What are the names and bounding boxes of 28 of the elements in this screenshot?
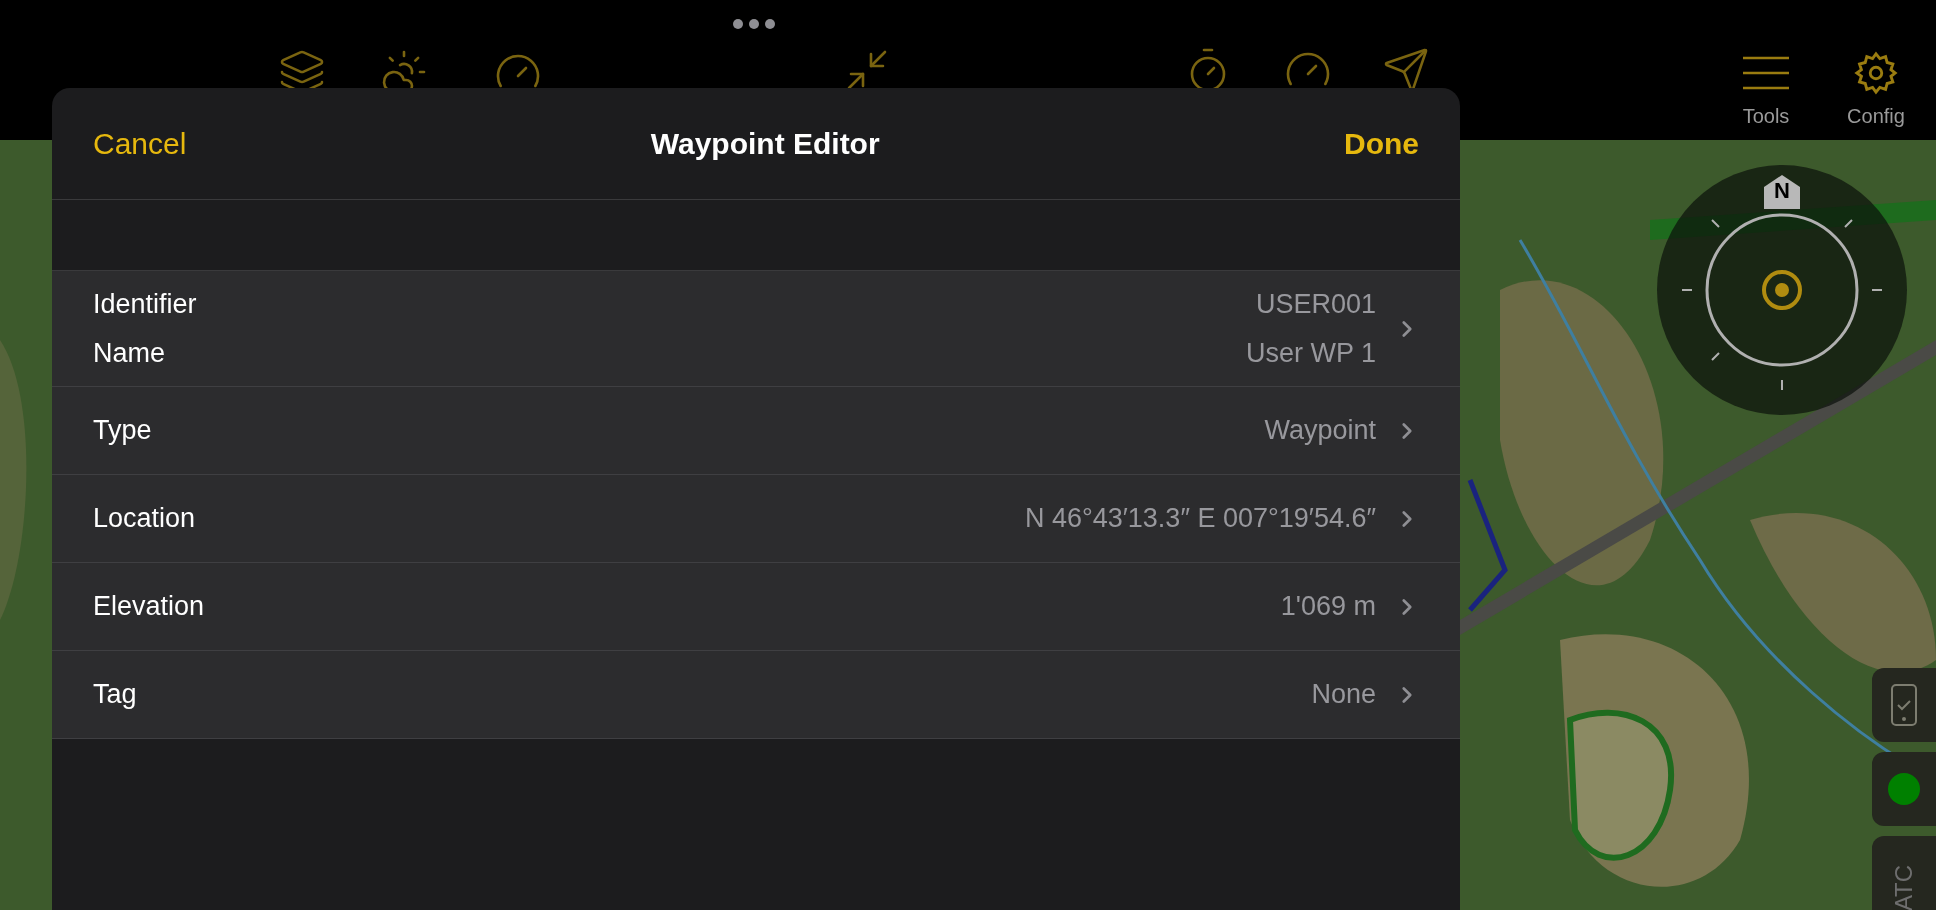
settings-row[interactable]: Location N 46°43′13.3″ E 007°19′54.6″ <box>52 475 1460 563</box>
row-value: N 46°43′13.3″ E 007°19′54.6″ <box>1024 502 1376 536</box>
row-label: Tag <box>93 678 137 712</box>
row-value: Waypoint <box>1264 414 1376 448</box>
row-label: Elevation <box>93 590 205 624</box>
handle-icon[interactable] <box>732 18 776 30</box>
row-label: Type <box>93 414 152 448</box>
row-value: 1'069 m <box>1280 590 1376 624</box>
tablet-check-icon <box>1890 683 1918 727</box>
row-label: Identifier <box>93 288 197 321</box>
toolbar-button[interactable]: Config <box>1836 50 1916 126</box>
done-button[interactable]: Done <box>1344 121 1419 166</box>
menu-icon <box>1741 55 1791 91</box>
sheet-title: Waypoint Editor <box>650 126 880 162</box>
device-button[interactable] <box>1872 668 1936 742</box>
cancel-button[interactable]: Cancel <box>93 121 187 166</box>
settings-icon <box>1853 50 1899 96</box>
row-value: None <box>1311 678 1376 712</box>
settings-row[interactable]: Elevation 1'069 m <box>52 563 1460 651</box>
settings-row[interactable]: Type Waypoint <box>52 387 1460 475</box>
row-label: Location <box>93 502 196 536</box>
settings-row[interactable]: Identifier Name USER001 User WP 1 <box>52 271 1460 387</box>
toolbar-button[interactable]: Tools <box>1726 50 1806 126</box>
status-button[interactable] <box>1872 752 1936 826</box>
settings-row[interactable]: Tag None <box>52 651 1460 739</box>
row-label: Name <box>93 336 166 370</box>
row-value: USER001 <box>1255 288 1376 321</box>
row-value: User WP 1 <box>1245 336 1376 370</box>
